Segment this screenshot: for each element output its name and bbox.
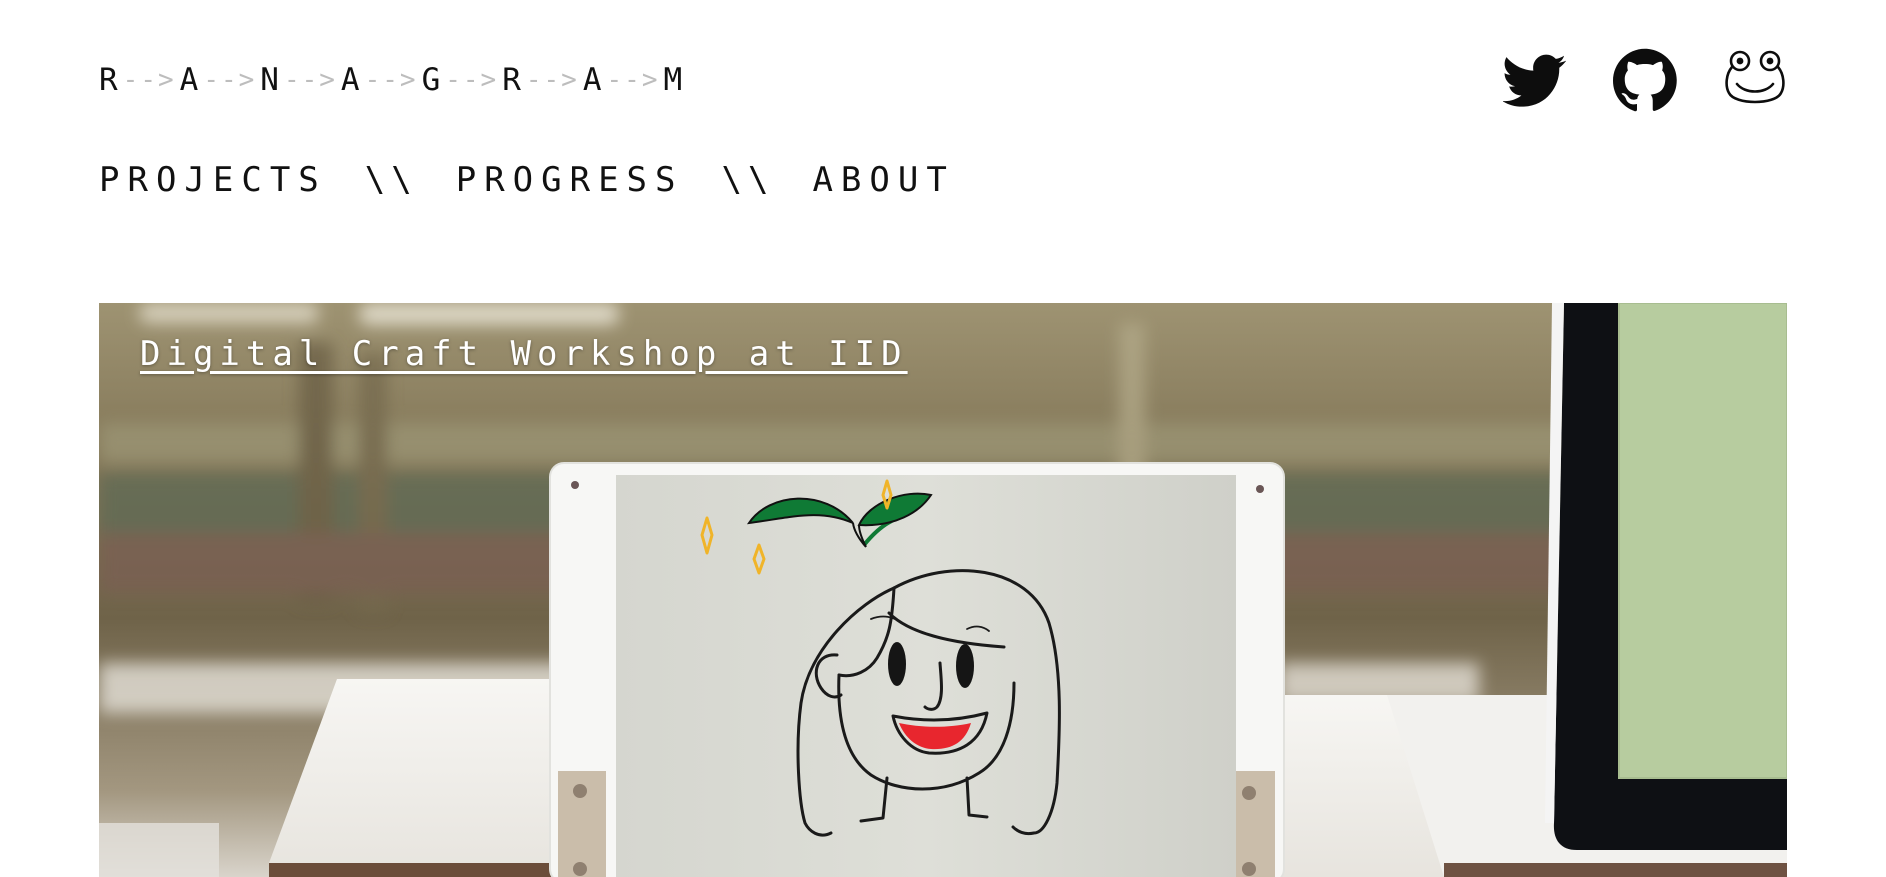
nav-progress[interactable]: PROGRESS <box>456 160 684 200</box>
frog-link[interactable] <box>1723 48 1787 112</box>
logo-letter: R <box>99 62 119 98</box>
logo-letter: R <box>502 62 522 98</box>
logo-letter: A <box>582 62 603 98</box>
twitter-bird-icon <box>1503 54 1566 107</box>
github-link[interactable] <box>1613 48 1677 112</box>
logo-arrow: --> <box>445 65 499 95</box>
logo-arrow: --> <box>364 65 418 95</box>
site-logo[interactable]: R --> A --> N --> A --> G --> R --> A --… <box>99 60 683 100</box>
logo-letter: N <box>260 62 280 98</box>
twitter-link[interactable] <box>1503 48 1567 112</box>
logo-arrow: --> <box>203 65 257 95</box>
frog-face-icon <box>1725 50 1785 104</box>
nav-separator: \\ <box>721 160 775 200</box>
logo-arrow: --> <box>122 65 176 95</box>
project-title-link[interactable]: Digital Craft Workshop at IID <box>140 334 908 374</box>
logo-letter: A <box>179 62 200 98</box>
logo-arrow: --> <box>606 65 660 95</box>
logo-letter: G <box>421 62 442 98</box>
nav-about[interactable]: ABOUT <box>812 160 954 200</box>
logo-arrow: --> <box>525 65 579 95</box>
nav-projects[interactable]: PROJECTS <box>99 160 327 200</box>
logo-letter: A <box>340 62 361 98</box>
logo-arrow: --> <box>283 65 337 95</box>
social-links <box>1503 48 1787 112</box>
nav-separator: \\ <box>364 160 418 200</box>
logo-letter: M <box>663 62 684 98</box>
github-octocat-icon <box>1613 48 1677 112</box>
main-nav: PROJECTS \\ PROGRESS \\ ABOUT <box>99 160 955 200</box>
featured-project-card[interactable]: Digital Craft Workshop at IID <box>99 303 1787 877</box>
project-cover-photo <box>99 303 1787 877</box>
